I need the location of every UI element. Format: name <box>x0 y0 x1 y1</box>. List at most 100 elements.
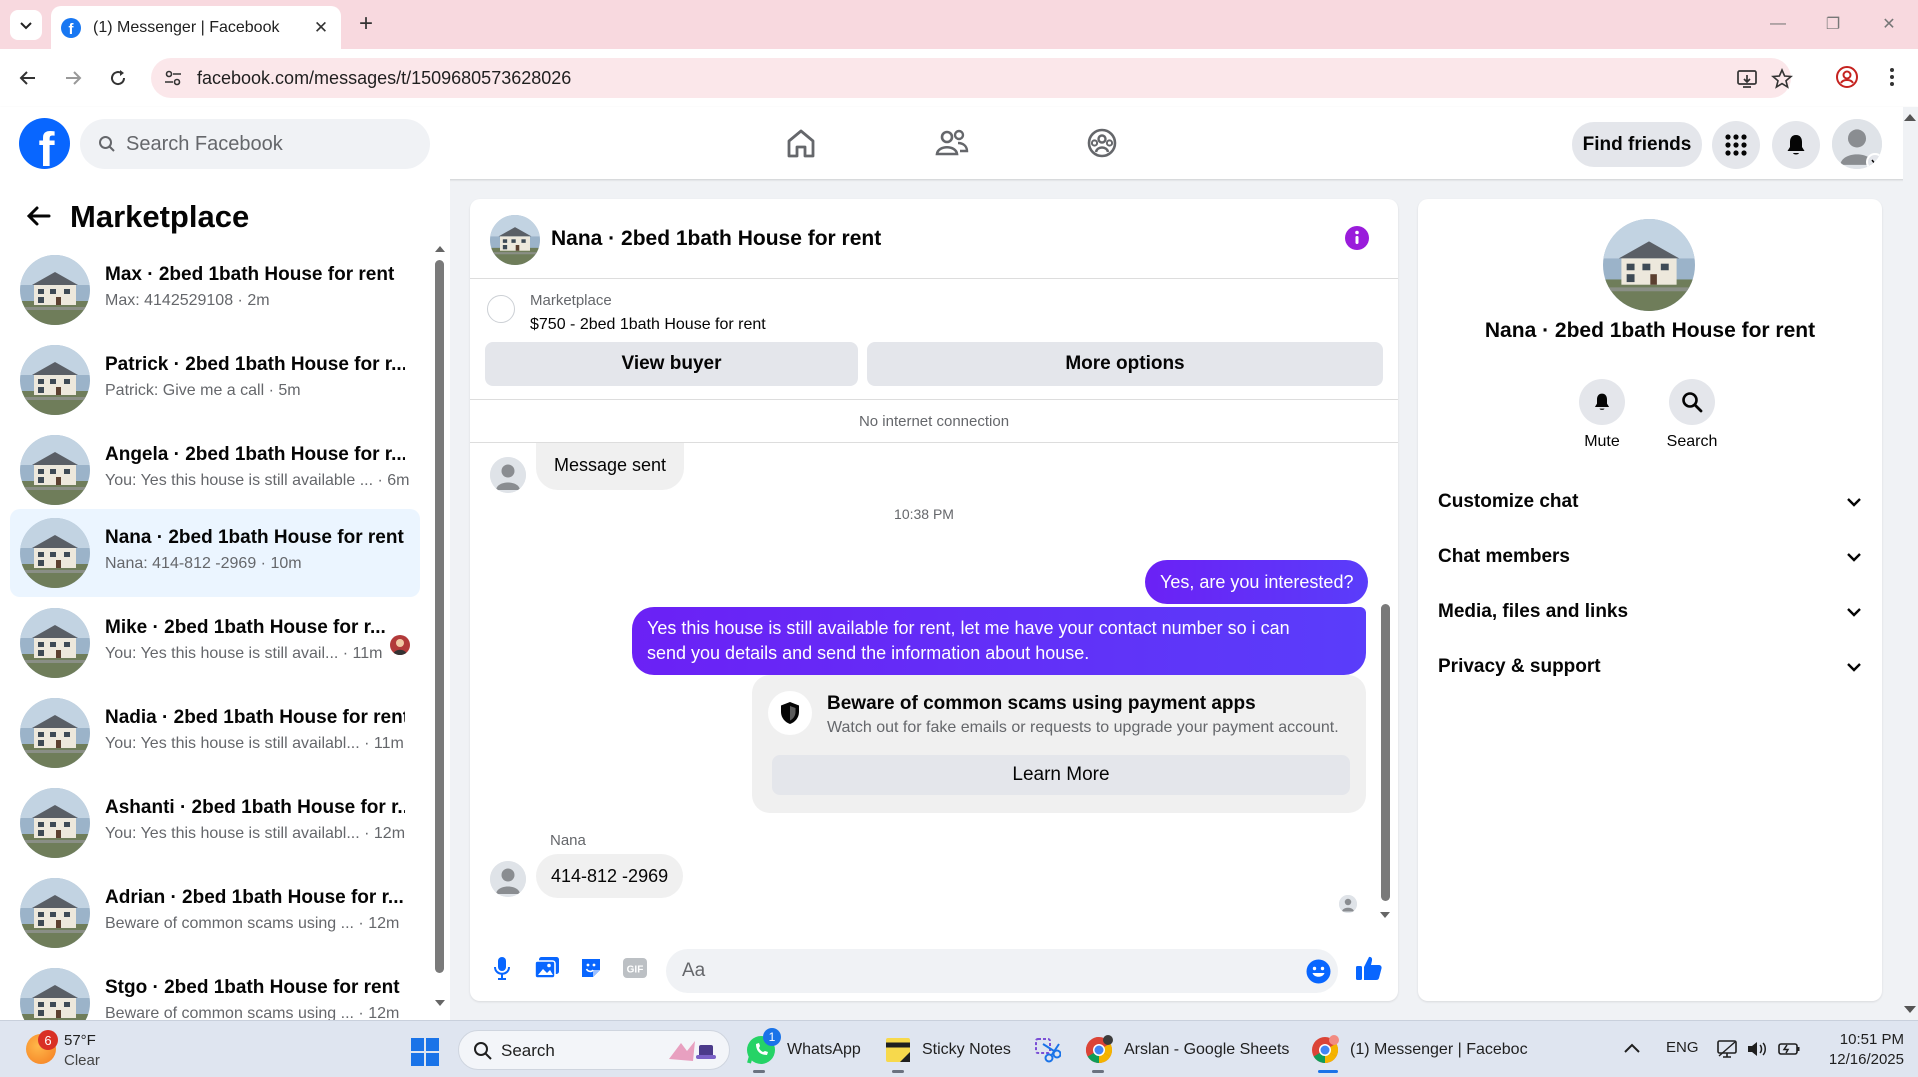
search-icon <box>1669 379 1715 425</box>
conversation-item[interactable]: Mike · 2bed 1bath House for r... You: Ye… <box>10 599 420 687</box>
attach-photo-button[interactable] <box>532 953 562 983</box>
taskbar-app-snipping-tool[interactable] <box>1033 1029 1061 1071</box>
gif-button[interactable]: GIF <box>620 953 650 983</box>
volume-icon[interactable] <box>1746 1039 1768 1059</box>
message-input[interactable] <box>682 949 1282 993</box>
search-in-conversation-button[interactable]: Search <box>1652 379 1732 451</box>
conversation-item[interactable]: Angela · 2bed 1bath House for r... You: … <box>10 426 420 514</box>
conversation-name: Ashanti · 2bed 1bath House for r... <box>105 797 405 818</box>
media-files-links-section[interactable]: Media, files and links <box>1438 590 1862 634</box>
conversation-item[interactable]: Adrian · 2bed 1bath House for r... Bewar… <box>10 869 420 957</box>
mute-button[interactable]: Mute <box>1562 379 1642 451</box>
back-arrow-icon <box>19 71 35 85</box>
sidebar-scroll-thumb[interactable] <box>435 260 444 973</box>
battery-icon[interactable] <box>1777 1039 1801 1059</box>
chat-scroll-thumb[interactable] <box>1381 604 1390 901</box>
conversation-name: Max · 2bed 1bath House for rent <box>105 264 395 285</box>
sidebar-header: Marketplace <box>0 191 440 241</box>
message-bubble-incoming: Message sent <box>536 443 685 490</box>
groups-icon[interactable] <box>1082 123 1122 163</box>
like-button[interactable] <box>1354 953 1384 983</box>
conversation-item[interactable]: Nadia · 2bed 1bath House for rent You: Y… <box>10 689 420 777</box>
message-line: Yes this house is still available for re… <box>647 618 1290 638</box>
chat-listing-thumbnail[interactable] <box>490 215 540 265</box>
listing-thumbnail <box>20 518 90 588</box>
account-avatar[interactable] <box>1832 119 1882 169</box>
find-friends-button[interactable]: Find friends <box>1572 122 1702 167</box>
taskbar-app-whatsapp[interactable]: 1 WhatsApp <box>745 1028 861 1073</box>
facebook-logo-icon[interactable]: f <box>19 118 70 169</box>
message-bubble-incoming: 414-812 -2969 <box>536 854 684 898</box>
close-tab-icon[interactable]: ✕ <box>311 18 331 38</box>
chat-title[interactable]: Nana · 2bed 1bath House for rent <box>551 227 881 251</box>
system-clock[interactable]: 10:51 PM 12/16/2025 <box>1808 1030 1904 1070</box>
customize-chat-section[interactable]: Customize chat <box>1438 480 1862 524</box>
network-icon[interactable] <box>1716 1039 1738 1059</box>
message-line: send you details and send the informatio… <box>647 643 1090 663</box>
message-composer: GIF <box>470 939 1398 1001</box>
scroll-down-arrow-icon[interactable] <box>434 999 446 1009</box>
scroll-down-arrow-icon[interactable] <box>1903 1005 1917 1015</box>
scroll-up-arrow-icon[interactable] <box>434 243 446 253</box>
menu-button[interactable] <box>1712 121 1760 169</box>
gif-icon: GIF <box>623 958 647 978</box>
view-buyer-button[interactable]: View buyer <box>485 342 858 386</box>
more-menu-icon[interactable] <box>1880 65 1904 89</box>
listing-thumbnail <box>20 435 90 505</box>
conversation-item[interactable]: Ashanti · 2bed 1bath House for r... You:… <box>10 779 420 867</box>
conversation-preview: Beware of common scams using ... · 12m <box>105 1005 400 1020</box>
site-settings-icon[interactable] <box>163 68 183 88</box>
minimize-button[interactable]: — <box>1755 8 1801 40</box>
taskbar-app-sticky-notes[interactable]: Sticky Notes <box>884 1029 1011 1073</box>
grid-menu-icon <box>1725 134 1747 156</box>
browser-tab-messenger[interactable]: f (1) Messenger | Facebook ✕ <box>51 6 341 49</box>
forward-button[interactable] <box>57 62 89 94</box>
profile-icon[interactable] <box>1835 65 1859 89</box>
friends-icon[interactable] <box>932 123 972 163</box>
info-icon[interactable] <box>1344 225 1370 251</box>
back-arrow-icon[interactable] <box>24 201 54 231</box>
weather-widget[interactable]: 6 57°F Clear <box>26 1030 146 1070</box>
windows-start-icon[interactable] <box>410 1037 440 1067</box>
install-app-icon[interactable] <box>1736 68 1758 90</box>
conversation-preview: You: Yes this house is still avail... · … <box>105 645 383 662</box>
message-bubble-outgoing: Yes, are you interested? <box>1145 560 1369 604</box>
taskbar-app-chrome-sheets[interactable]: Arslan - Google Sheets <box>1084 1029 1289 1073</box>
conversation-item[interactable]: Max · 2bed 1bath House for rent Max: 414… <box>10 246 420 334</box>
input-language[interactable]: ENG <box>1666 1039 1699 1056</box>
listing-radio[interactable] <box>487 295 515 323</box>
taskbar-search-box[interactable]: Search <box>458 1030 730 1070</box>
conversation-item[interactable]: Patrick · 2bed 1bath House for r... Patr… <box>10 336 420 424</box>
address-bar[interactable]: facebook.com/messages/t/1509680573628026 <box>151 58 1793 98</box>
chat-listing-avatar[interactable] <box>1603 219 1695 311</box>
restore-button[interactable]: ❐ <box>1810 8 1856 40</box>
facebook-search-input[interactable]: Search Facebook <box>80 119 430 169</box>
learn-more-button[interactable]: Learn More <box>772 755 1350 795</box>
listing-price-title[interactable]: $750 - 2bed 1bath House for rent <box>530 316 766 334</box>
bookmark-star-icon[interactable] <box>1771 68 1793 90</box>
back-button[interactable] <box>12 62 44 94</box>
sticker-button[interactable] <box>576 953 606 983</box>
more-options-button[interactable]: More options <box>867 342 1383 386</box>
taskbar-app-chrome-messenger[interactable]: (1) Messenger | Faceboc <box>1310 1029 1528 1073</box>
conversation-item-active[interactable]: Nana · 2bed 1bath House for rent Nana: 4… <box>10 509 420 597</box>
emoji-icon[interactable] <box>1306 959 1331 984</box>
scroll-down-arrow-icon[interactable] <box>1379 911 1391 921</box>
privacy-support-section[interactable]: Privacy & support <box>1438 645 1862 689</box>
search-placeholder: Search Facebook <box>126 132 283 155</box>
whatsapp-badge: 1 <box>763 1028 781 1046</box>
listing-thumbnail <box>20 255 90 325</box>
reload-button[interactable] <box>102 62 134 94</box>
new-tab-button[interactable]: + <box>352 10 380 38</box>
chat-members-section[interactable]: Chat members <box>1438 535 1862 579</box>
chevron-up-icon[interactable] <box>1623 1041 1641 1055</box>
notifications-button[interactable] <box>1772 121 1820 169</box>
close-window-button[interactable]: ✕ <box>1866 8 1912 40</box>
conversation-item[interactable]: Stgo · 2bed 1bath House for rent Beware … <box>10 959 420 1020</box>
home-icon[interactable] <box>781 123 821 163</box>
scroll-up-arrow-icon[interactable] <box>1903 112 1917 122</box>
page-scrollbar[interactable] <box>1903 107 1918 1020</box>
chevron-down-icon <box>1847 553 1861 562</box>
tab-search-button[interactable] <box>10 10 42 40</box>
voice-clip-button[interactable] <box>487 953 517 983</box>
